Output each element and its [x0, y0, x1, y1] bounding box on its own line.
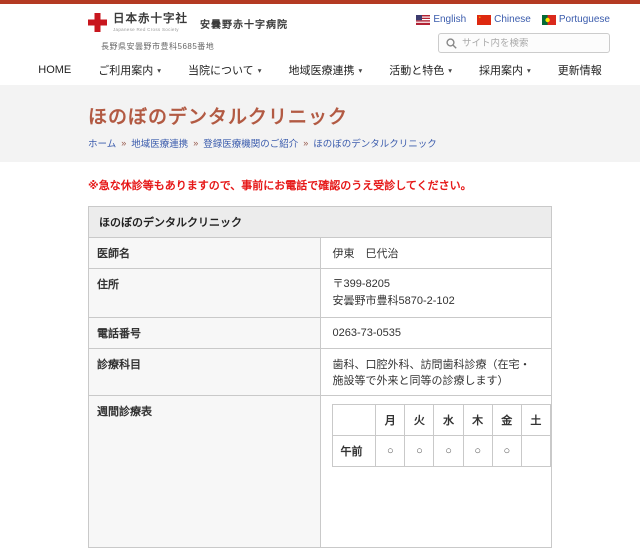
search-input[interactable] — [462, 37, 602, 49]
nav-item-activities[interactable]: 活動と特色 ▾ — [389, 62, 452, 78]
schedule-corner-cell — [331, 404, 377, 437]
phone-label: 電話番号 — [88, 317, 321, 350]
nav-item-about[interactable]: 当院について ▾ — [188, 62, 261, 78]
schedule-day-wed: 水 — [433, 404, 464, 437]
clinic-table-title: ほのぼのデンタルクリニック — [88, 206, 552, 238]
schedule-day-sat: 土 — [520, 404, 552, 437]
notice-text: ※急な休診等もありますので、事前にお電話で確認のうえ受診してください。 — [88, 180, 472, 192]
hospital-name: 安曇野赤十字病院 — [200, 20, 288, 31]
chevron-down-icon: ▾ — [526, 66, 531, 75]
language-link-english[interactable]: English — [416, 14, 466, 25]
chevron-down-icon: ▾ — [448, 66, 452, 75]
chevron-down-icon: ▾ — [157, 66, 162, 75]
table-row: 診療科目 歯科、口腔外科、訪問歯科診療（在宅・施設等で外来と同等の診療します） — [88, 348, 552, 397]
schedule-label: 週間診療表 — [88, 395, 321, 548]
site-search[interactable] — [438, 33, 610, 53]
chevron-down-icon: ▾ — [257, 66, 262, 75]
schedule-day-mon: 月 — [375, 404, 406, 437]
schedule-day-thu: 木 — [462, 404, 493, 437]
departments-label: 診療科目 — [88, 348, 321, 397]
table-row: ほのぼのデンタルクリニック — [88, 206, 552, 238]
breadcrumb-separator: » — [193, 138, 199, 148]
nav-item-recruit[interactable]: 採用案内 ▾ — [479, 62, 531, 78]
nav-item-home[interactable]: HOME — [38, 62, 71, 78]
clinic-info-table: ほのぼのデンタルクリニック 医師名 伊東 巳代治 住所 〒399-8205 安曇… — [88, 206, 552, 548]
language-label: Portuguese — [558, 14, 610, 25]
departments-value: 歯科、口腔外科、訪問歯科診療（在宅・施設等で外来と同等の診療します） — [319, 348, 552, 397]
breadcrumb-separator: » — [121, 138, 127, 148]
portugal-flag-icon — [541, 14, 556, 25]
breadcrumb-registered-institutions[interactable]: 登録医療機関のご紹介 — [203, 136, 298, 150]
schedule-day-tue: 火 — [404, 404, 435, 437]
schedule-row-label: 午前 — [331, 435, 377, 468]
schedule-cell-thu: ○ — [462, 435, 493, 468]
schedule-day-fri: 金 — [491, 404, 522, 437]
language-link-chinese[interactable]: Chinese — [477, 14, 531, 25]
search-icon — [446, 37, 457, 49]
table-row: 週間診療表 月 火 水 木 金 土 午前 ○ ○ ○ ○ ○ — [88, 395, 552, 548]
nav-item-regional-medical[interactable]: 地域医療連携 ▾ — [288, 62, 362, 78]
schedule-row-morning: 午前 ○ ○ ○ ○ ○ — [331, 435, 552, 468]
language-link-portuguese[interactable]: Portuguese — [541, 14, 610, 25]
doctor-value: 伊東 巳代治 — [319, 237, 552, 269]
table-row: 住所 〒399-8205 安曇野市豊科5870-2-102 — [88, 267, 552, 319]
hospital-address: 長野県安曇野市豊科5685番地 — [101, 42, 215, 51]
address-value: 〒399-8205 安曇野市豊科5870-2-102 — [319, 267, 552, 319]
schedule-cell-wed: ○ — [433, 435, 464, 468]
schedule-cell-fri: ○ — [491, 435, 522, 468]
breadcrumb-current-page[interactable]: ほのぼのデンタルクリニック — [313, 136, 437, 150]
schedule-value: 月 火 水 木 金 土 午前 ○ ○ ○ ○ ○ — [319, 395, 552, 548]
nav-label: 更新情報 — [557, 65, 602, 77]
table-row: 医師名 伊東 巳代治 — [88, 237, 552, 269]
schedule-cell-sat — [520, 435, 552, 468]
table-row: 電話番号 0263-73-0535 — [88, 317, 552, 350]
breadcrumb-separator: » — [303, 138, 309, 148]
street-address: 安曇野市豊科5870-2-102 — [332, 295, 455, 308]
main-nav: HOME ご利用案内 ▾ 当院について ▾ 地域医療連携 ▾ 活動と特色 ▾ 採… — [0, 62, 640, 78]
nav-item-guide[interactable]: ご利用案内 ▾ — [98, 62, 161, 78]
red-cross-icon — [88, 13, 107, 32]
nav-item-updates[interactable]: 更新情報 — [558, 62, 602, 78]
schedule-header-row: 月 火 水 木 金 土 — [331, 404, 552, 437]
us-flag-icon — [416, 14, 431, 25]
china-flag-icon — [477, 14, 492, 25]
breadcrumb: ホーム » 地域医療連携 » 登録医療機関のご紹介 » ほのぼのデンタルクリニッ… — [88, 136, 640, 150]
nav-label: HOME — [38, 64, 72, 76]
nav-label: ご利用案内 — [98, 65, 154, 77]
phone-value: 0263-73-0535 — [319, 317, 552, 350]
doctor-label: 医師名 — [88, 237, 321, 269]
schedule-cell-tue: ○ — [404, 435, 435, 468]
nav-label: 当院について — [188, 65, 254, 77]
language-links: English Chinese Portuguese — [416, 14, 610, 25]
page-title-band: ほのぼのデンタルクリニック ホーム » 地域医療連携 » 登録医療機関のご紹介 … — [0, 85, 640, 162]
weekly-schedule-table: 月 火 水 木 金 土 午前 ○ ○ ○ ○ ○ — [331, 404, 552, 468]
main-content: ※急な休診等もありますので、事前にお電話で確認のうえ受診してください。 ほのぼの… — [0, 162, 640, 548]
nav-label: 活動と特色 — [389, 65, 445, 77]
org-name-en: Japanese Red Cross Society — [113, 26, 179, 32]
schedule-cell-mon: ○ — [375, 435, 406, 468]
breadcrumb-home[interactable]: ホーム — [88, 136, 116, 150]
postal-code: 〒399-8205 — [332, 278, 391, 290]
page-title: ほのぼのデンタルクリニック — [88, 107, 349, 128]
language-label: English — [433, 14, 467, 25]
site-logo[interactable]: 日本赤十字社 Japanese Red Cross Society 安曇野赤十字… — [88, 13, 288, 32]
org-name: 日本赤十字社 — [113, 13, 188, 25]
breadcrumb-regional-medical[interactable]: 地域医療連携 — [131, 136, 188, 150]
chevron-down-icon: ▾ — [358, 66, 363, 75]
address-label: 住所 — [88, 267, 321, 319]
site-header: 日本赤十字社 Japanese Red Cross Society 安曇野赤十字… — [0, 4, 640, 85]
language-label: Chinese — [494, 14, 531, 25]
nav-label: 採用案内 — [478, 65, 523, 77]
nav-label: 地域医療連携 — [288, 65, 355, 77]
